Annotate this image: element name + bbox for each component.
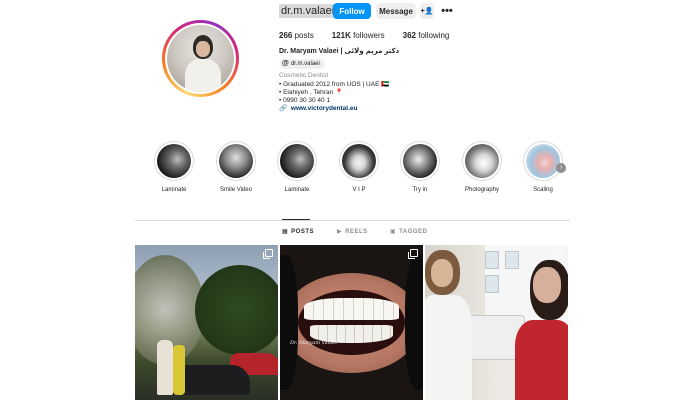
carousel-icon: [263, 249, 273, 259]
post-image-shape: [485, 275, 499, 293]
profile-bio: Dr. Maryam Valaei | دکتر مریم ولائی @ dr…: [279, 48, 399, 114]
avatar-body-shape: [185, 59, 221, 92]
post-image-shape: [485, 251, 499, 269]
tagged-icon: ▣: [390, 229, 397, 235]
post-image-shape: [195, 265, 278, 355]
highlight-cover: [154, 141, 194, 181]
threads-icon: @: [282, 60, 289, 68]
post-image-shape: [304, 298, 399, 320]
highlight-image: [219, 144, 253, 178]
reels-icon: ▶: [337, 229, 343, 235]
active-tab-indicator: [282, 219, 310, 220]
highlight-label: Try in: [412, 187, 428, 193]
highlight-label: Laminate: [284, 187, 310, 193]
highlight-cover: [523, 141, 563, 181]
bio-line: • Graduated 2012 from UOS | UAE 🇦🇪: [279, 80, 390, 88]
add-user-icon: +👤: [420, 8, 434, 15]
highlight-cover: [400, 141, 440, 181]
avatar-inner: [165, 23, 236, 94]
more-options-button[interactable]: •••: [440, 3, 454, 19]
highlight-cover: [462, 141, 502, 181]
followers-label: followers: [353, 31, 385, 40]
posts-grid: Dr. Maryam Valaei: [135, 245, 570, 400]
post-image-shape: [280, 255, 298, 390]
chevron-right-icon[interactable]: ›: [556, 163, 566, 173]
post-signature: Dr. Maryam Valaei: [290, 340, 337, 346]
following-stat[interactable]: 362 following: [403, 31, 450, 40]
message-button[interactable]: Message: [376, 3, 416, 19]
highlight-item[interactable]: Photography: [457, 141, 507, 193]
post-image-shape: [405, 255, 423, 390]
reel-icon: [554, 249, 563, 258]
posts-label: posts: [294, 31, 314, 40]
story-highlights: Laminate Smile Video Laminate V I P Try …: [154, 141, 574, 196]
highlight-label: V I P: [352, 187, 366, 193]
highlight-image: [280, 144, 314, 178]
highlight-image: [465, 144, 499, 178]
highlight-label: Smile Video: [220, 187, 252, 193]
website-row[interactable]: 🔗 www.victorydental.eu: [279, 105, 399, 113]
post-thumbnail[interactable]: [135, 245, 278, 400]
highlight-image: [157, 144, 191, 178]
followers-count: 121K: [331, 31, 351, 40]
avatar-face-shape: [196, 41, 210, 57]
post-image-shape: [431, 259, 453, 287]
post-image-shape: [505, 251, 519, 269]
threads-handle: dr.m.valaei: [290, 61, 320, 68]
post-image-shape: [173, 345, 185, 395]
profile-full-name: Dr. Maryam Valaei | دکتر مریم ولائی: [279, 48, 400, 55]
threads-badge[interactable]: @ dr.m.valaei: [279, 59, 325, 70]
tab-label: TAGGED: [399, 228, 428, 235]
highlight-label: Scaling: [533, 187, 553, 193]
post-image-shape: [533, 267, 561, 303]
website-link[interactable]: www.victorydental.eu: [291, 105, 358, 112]
grid-icon: ▦: [282, 229, 289, 235]
tab-label: REELS: [345, 228, 368, 235]
username-row: dr.m.valaei: [279, 4, 337, 18]
post-image-shape: [157, 340, 173, 395]
highlight-image: [342, 144, 376, 178]
profile-tabs: ▦ POSTS ▶ REELS ▣ TAGGED: [0, 228, 700, 238]
tab-posts[interactable]: ▦ POSTS: [282, 228, 315, 236]
avatar-image: [167, 25, 234, 92]
highlight-image: [526, 144, 560, 178]
posts-stat: 266 posts: [279, 31, 314, 40]
more-icon: •••: [441, 5, 453, 17]
add-user-button[interactable]: +👤: [420, 3, 434, 19]
follow-button[interactable]: Follow: [333, 3, 371, 19]
tab-tagged[interactable]: ▣ TAGGED: [390, 228, 428, 236]
tab-reels[interactable]: ▶ REELS: [337, 228, 368, 236]
bio-line: • Elahiyeh , Tehran 📍: [279, 88, 344, 96]
highlight-item[interactable]: V I P: [334, 141, 384, 193]
highlight-label: Photography: [464, 187, 500, 193]
tabs-divider: [135, 220, 570, 221]
profile-category: Cosmetic Dentist: [279, 72, 329, 80]
following-count: 362: [402, 31, 417, 40]
highlight-cover: [277, 141, 317, 181]
post-thumbnail[interactable]: [425, 245, 568, 400]
tab-label: POSTS: [291, 228, 315, 235]
highlight-item[interactable]: Try in: [395, 141, 445, 193]
profile-stats: 266 posts 121K followers 362 following: [279, 31, 467, 40]
followers-stat[interactable]: 121K followers: [332, 31, 385, 40]
post-image-shape: [425, 295, 472, 400]
following-label: following: [418, 31, 450, 40]
profile-avatar[interactable]: [162, 20, 239, 97]
highlight-cover: [339, 141, 379, 181]
highlight-cover: [216, 141, 256, 181]
highlight-item[interactable]: Smile Video: [211, 141, 261, 193]
highlight-image: [403, 144, 437, 178]
post-thumbnail[interactable]: Dr. Maryam Valaei: [280, 245, 423, 400]
posts-count: 266: [279, 31, 293, 40]
post-image-shape: [515, 320, 568, 400]
highlight-item[interactable]: Laminate: [272, 141, 322, 193]
carousel-icon: [408, 249, 418, 259]
profile-username: dr.m.valaei: [279, 4, 337, 18]
link-icon: 🔗: [279, 105, 288, 113]
highlight-label: Laminate: [161, 187, 187, 193]
highlight-item[interactable]: Laminate: [149, 141, 199, 193]
